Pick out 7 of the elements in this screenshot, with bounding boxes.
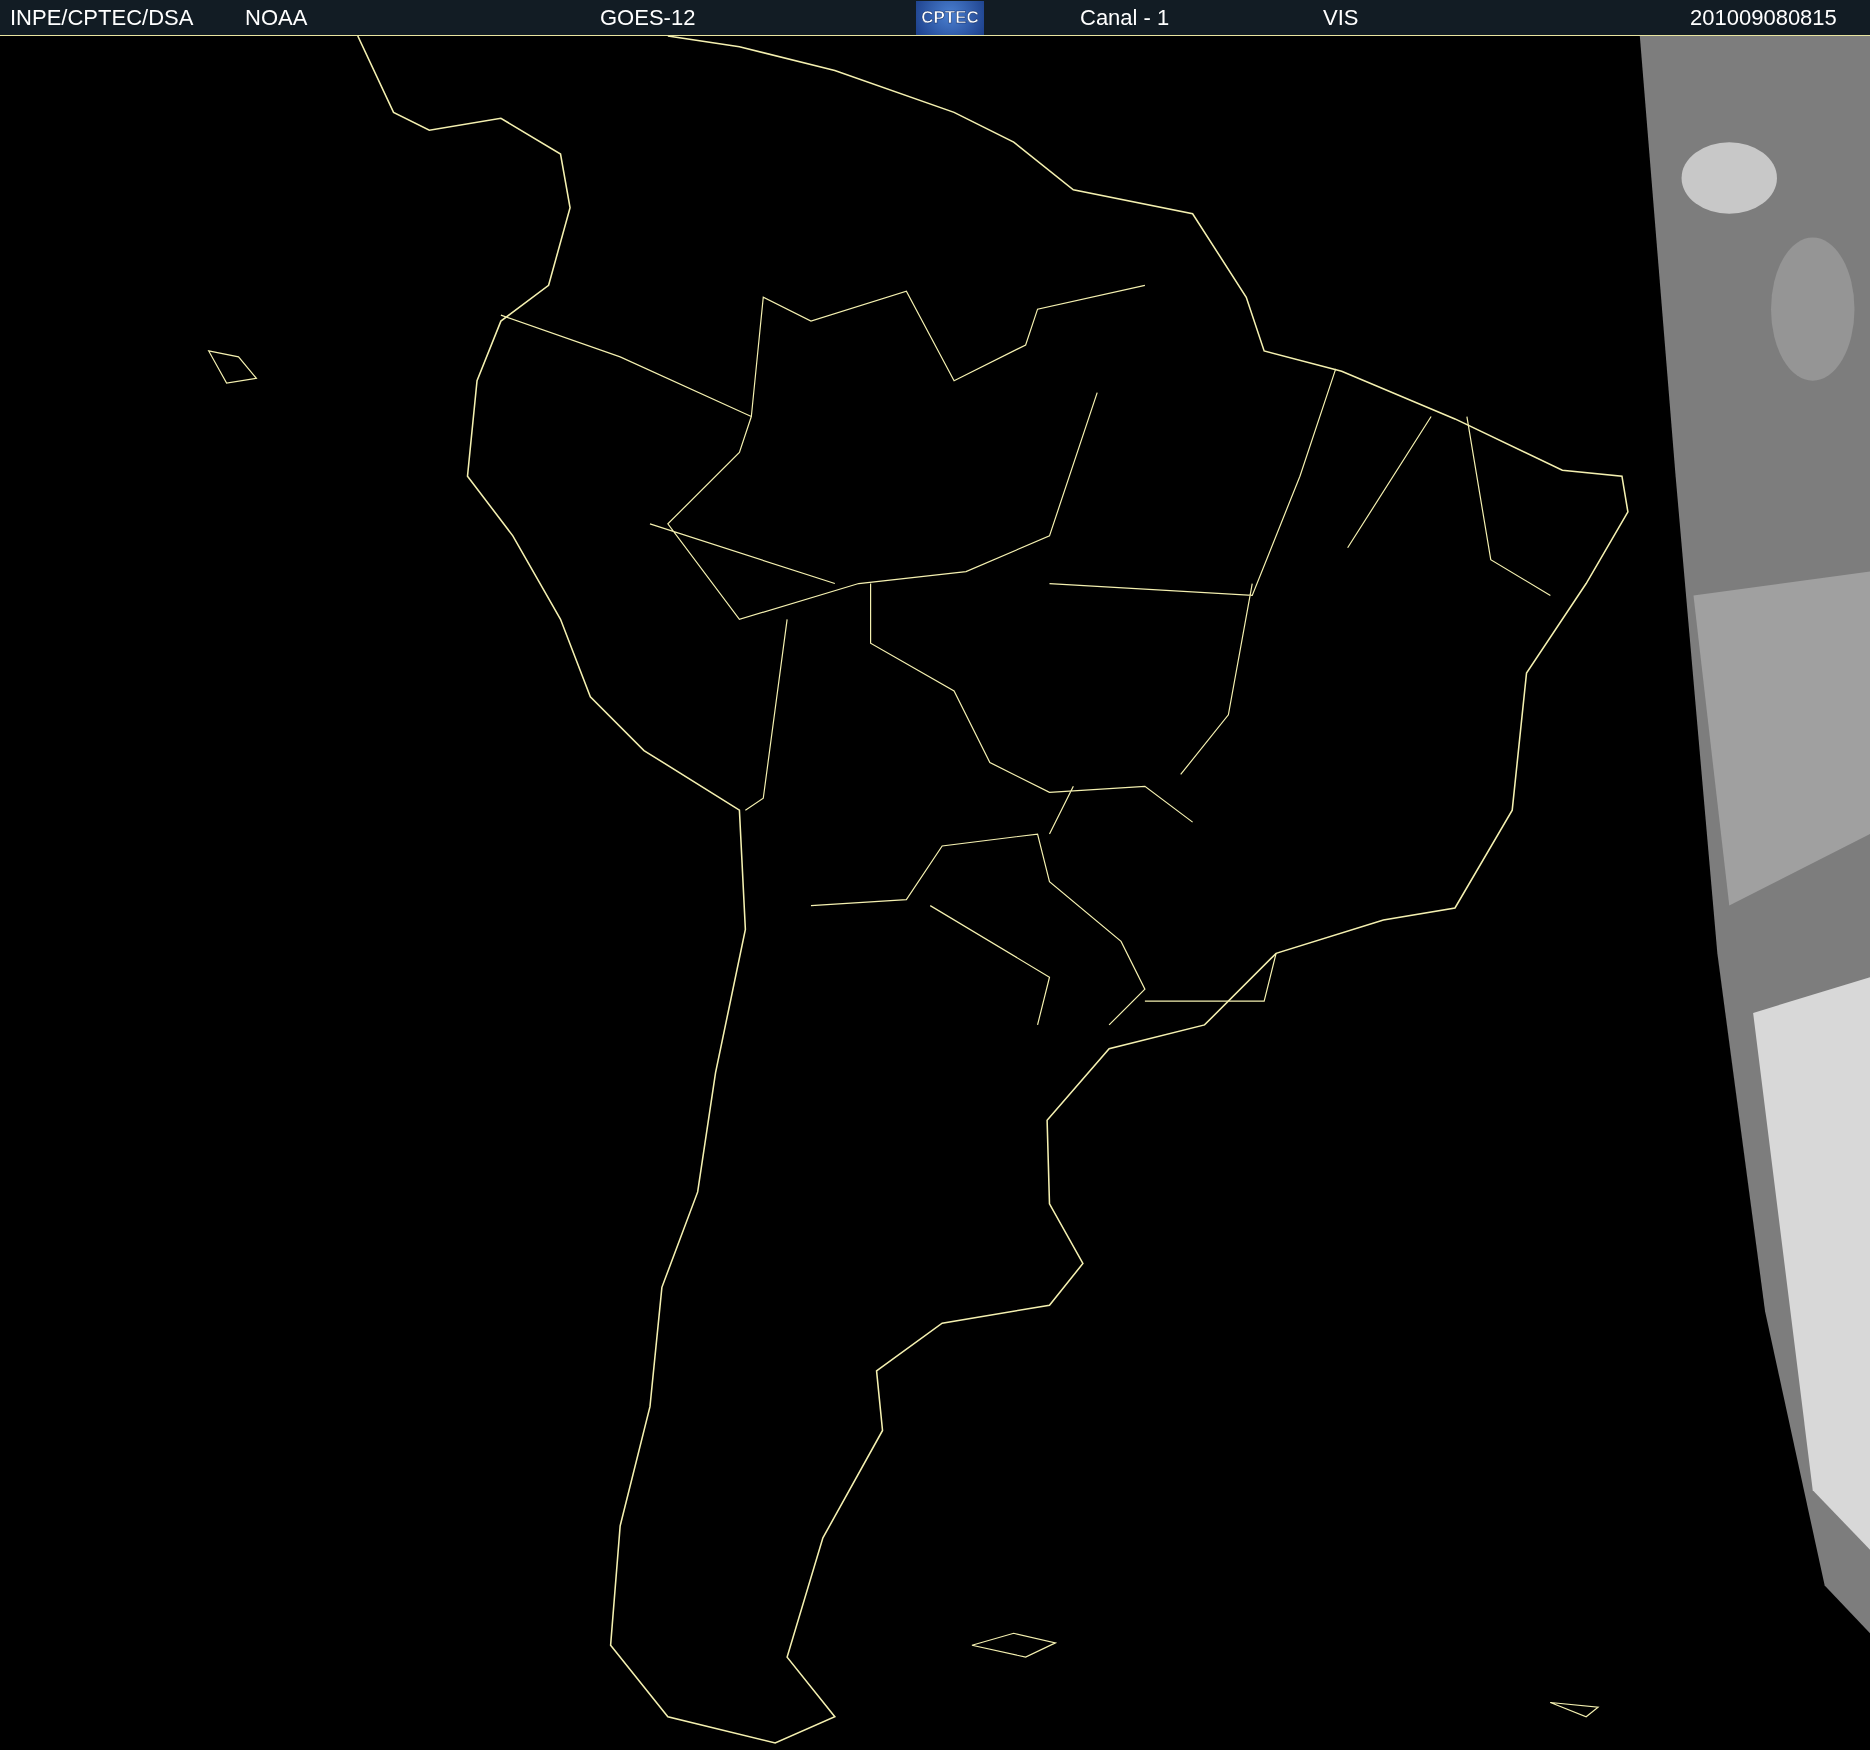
- agency-label: NOAA: [245, 4, 308, 31]
- timestamp-label: 201009080815: [1690, 4, 1837, 31]
- band-label: VIS: [1323, 4, 1359, 31]
- satellite-label: GOES-12: [600, 4, 696, 31]
- source-label: INPE/CPTEC/DSA: [10, 4, 194, 31]
- channel-label: Canal - 1: [1080, 4, 1170, 31]
- logo: CPTEC: [916, 0, 984, 35]
